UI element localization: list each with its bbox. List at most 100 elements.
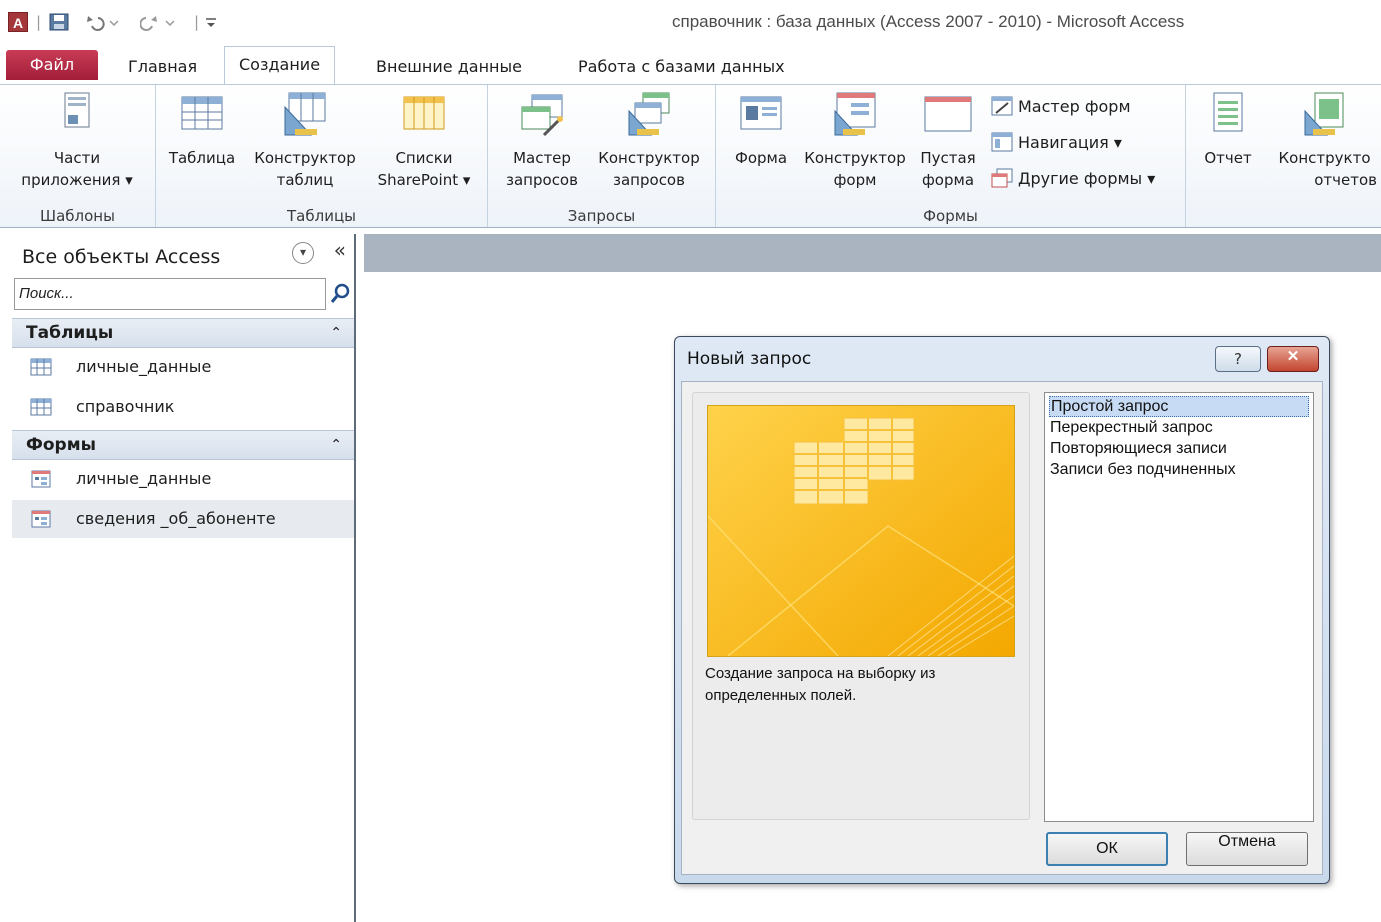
report-designer-button[interactable]: Конструкто отчетов — [1268, 91, 1381, 191]
query-wizard-button[interactable]: Мастер запросов — [496, 91, 588, 191]
sharepoint-lists-icon — [403, 96, 445, 130]
navigation-label: Навигация ▾ — [1018, 132, 1122, 152]
table-designer-icon — [284, 92, 326, 136]
nav-collapse-icon[interactable]: « — [334, 238, 346, 262]
nav-item-form-svedeniya-ob-abonente[interactable]: сведения _об_абоненте — [12, 500, 354, 538]
form-designer-label: Конструктор — [804, 149, 906, 167]
app-parts-icon — [64, 92, 90, 128]
query-wizard-label: Мастер — [513, 149, 571, 167]
access-logo-icon[interactable]: A — [8, 12, 28, 32]
redo-icon[interactable] — [139, 12, 176, 32]
tab-create[interactable]: Создание — [224, 46, 336, 84]
group-label-forms: Формы — [923, 207, 978, 225]
query-description: Создание запроса на выборку из определен… — [705, 665, 936, 704]
sharepoint-lists-label-2: SharePoint ▾ — [377, 171, 471, 189]
other-forms-button[interactable]: Другие формы ▾ — [990, 167, 1155, 189]
navigation-icon — [991, 132, 1013, 152]
form-designer-button[interactable]: Конструктор форм — [798, 91, 912, 191]
group-label-templates: Шаблоны — [40, 207, 115, 225]
tab-external-data[interactable]: Внешние данные — [362, 52, 536, 82]
query-option-unmatched[interactable]: Записи без подчиненных — [1049, 459, 1309, 480]
nav-item-form-lichnye-dannye[interactable]: личные_данные — [12, 460, 354, 498]
table-designer-label-2: таблиц — [276, 171, 334, 189]
query-designer-button[interactable]: Конструктор запросов — [592, 91, 706, 191]
app-parts-label-2: приложения ▾ — [21, 171, 133, 189]
tab-database-tools[interactable]: Работа с базами данных — [564, 52, 799, 82]
window-title: справочник : база данных (Access 2007 - … — [672, 12, 1185, 31]
blank-form-label-2: форма — [921, 171, 975, 189]
save-icon[interactable] — [48, 12, 70, 32]
preview-panel: Создание запроса на выборку из определен… — [692, 392, 1030, 820]
blank-form-label: Пустая — [920, 149, 976, 167]
query-wizard-label-2: запросов — [506, 171, 578, 189]
nav-menu-dropdown-icon[interactable]: ▾ — [292, 242, 314, 264]
other-forms-label: Другие формы ▾ — [1018, 168, 1156, 188]
query-option-simple[interactable]: Простой запрос — [1049, 396, 1309, 417]
nav-pane-title: Все объекты Access — [22, 246, 221, 268]
table-designer-label: Конструктор — [254, 149, 356, 167]
report-designer-icon — [1304, 92, 1343, 136]
form-designer-label-2: форм — [833, 171, 877, 189]
table-icon — [30, 358, 52, 376]
nav-item-label: сведения _об_абоненте — [76, 509, 276, 528]
ok-button[interactable]: ОК — [1046, 832, 1168, 866]
form-label: Форма — [734, 149, 788, 167]
tab-file[interactable]: Файл — [6, 50, 98, 80]
blank-form-icon — [924, 96, 972, 132]
table-designer-button[interactable]: Конструктор таблиц — [248, 91, 362, 191]
close-button[interactable]: ✕ — [1267, 346, 1319, 372]
group-label-queries: Запросы — [567, 207, 636, 225]
report-label: Отчет — [1204, 149, 1252, 167]
help-button[interactable]: ? — [1215, 346, 1261, 372]
collapse-section-icon[interactable]: ⌃ — [330, 319, 342, 347]
report-designer-label-2: отчетов — [1314, 171, 1377, 189]
nav-item-table-lichnye-dannye[interactable]: личные_данные — [12, 348, 354, 386]
ribbon-tabs: Файл Главная Создание Внешние данные Раб… — [0, 44, 1381, 84]
nav-item-label: личные_данные — [76, 469, 212, 488]
blank-form-button[interactable]: Пустая форма — [916, 91, 980, 191]
nav-item-label: личные_данные — [76, 357, 212, 376]
table-icon — [30, 398, 52, 416]
section-forms-label: Формы — [26, 435, 96, 455]
group-queries: Мастер запросов Конструктор запросов Зап… — [488, 85, 716, 227]
query-type-list[interactable]: Простой запрос Перекрестный запрос Повто… — [1044, 392, 1314, 822]
query-designer-icon — [628, 92, 670, 136]
new-query-dialog: Новый запрос ? ✕ Создание запроса на выб… — [674, 336, 1330, 884]
section-forms[interactable]: Формы ⌃ — [12, 430, 354, 460]
query-option-duplicates[interactable]: Повторяющиеся записи — [1049, 438, 1309, 459]
form-wizard-button[interactable]: Мастер форм — [990, 95, 1131, 117]
query-designer-label-2: запросов — [613, 171, 685, 189]
section-tables[interactable]: Таблицы ⌃ — [12, 318, 354, 348]
sharepoint-lists-button[interactable]: Списки SharePoint ▾ — [368, 91, 480, 191]
table-button[interactable]: Таблица — [164, 91, 240, 169]
form-wizard-label: Мастер форм — [1018, 96, 1131, 116]
cancel-button[interactable]: Отмена — [1186, 832, 1308, 866]
separator: | — [36, 13, 42, 31]
section-tables-label: Таблицы — [26, 323, 114, 343]
search-icon[interactable] — [326, 278, 354, 310]
report-icon — [1213, 92, 1243, 132]
form-icon — [31, 470, 51, 488]
dialog-body: Создание запроса на выборку из определен… — [681, 381, 1323, 875]
navigation-button[interactable]: Навигация ▾ — [990, 131, 1122, 153]
navigation-pane: Все объекты Access ▾ « Поиск... Таблицы … — [6, 234, 356, 922]
undo-icon[interactable] — [84, 12, 120, 32]
query-designer-label: Конструктор — [598, 149, 700, 167]
app-parts-button[interactable]: Части приложения ▾ — [12, 91, 142, 191]
form-icon — [31, 510, 51, 528]
tab-home[interactable]: Главная — [114, 52, 211, 82]
report-button[interactable]: Отчет — [1198, 91, 1258, 169]
form-wizard-icon — [991, 96, 1013, 116]
query-option-crosstab[interactable]: Перекрестный запрос — [1049, 417, 1309, 438]
form-button[interactable]: Форма — [726, 91, 796, 169]
customize-icon[interactable] — [204, 12, 218, 32]
dialog-title: Новый запрос — [687, 349, 812, 369]
ribbon: Части приложения ▾ Шаблоны Таблица Конст… — [0, 84, 1381, 228]
collapse-section-icon[interactable]: ⌃ — [330, 431, 342, 459]
table-label: Таблица — [168, 149, 236, 167]
nav-item-table-spravochnik[interactable]: справочник — [12, 388, 354, 426]
document-tab-strip — [364, 234, 1381, 272]
search-input[interactable]: Поиск... — [14, 278, 326, 310]
group-reports: Отчет Конструкто отчетов — [1186, 85, 1381, 227]
table-icon — [181, 96, 223, 130]
